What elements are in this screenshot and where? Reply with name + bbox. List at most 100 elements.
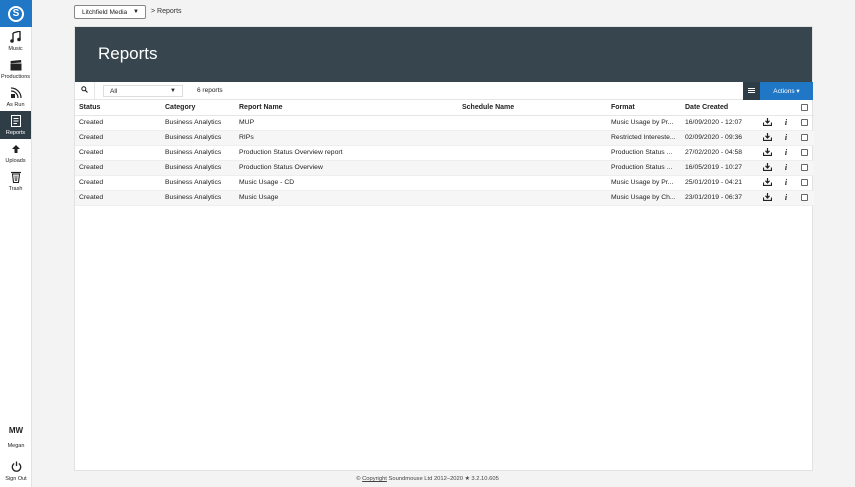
sidebar-item-trash[interactable]: Trash	[0, 167, 31, 195]
sidebar-item-label: Productions	[0, 73, 31, 80]
cell-schedule-name	[458, 160, 607, 176]
power-icon	[11, 461, 22, 474]
cell-date-created: 16/09/2020 - 12:07	[681, 115, 757, 131]
column-header-select-all	[795, 100, 814, 116]
cell-schedule-name	[458, 115, 607, 131]
search-button[interactable]	[75, 82, 95, 99]
page-title: Reports	[98, 44, 158, 63]
table-row[interactable]: Created Business Analytics Music Usage Musi…	[75, 190, 814, 206]
sidebar-item-label: Music	[8, 45, 23, 52]
table-header-row: Status Category Report Name Schedule Nam…	[75, 100, 814, 116]
user-menu[interactable]: MW Megan	[0, 426, 32, 449]
status-filter-select[interactable]: All ▼	[103, 85, 183, 97]
sidebar-item-as-run[interactable]: As Run	[0, 83, 31, 111]
breadcrumb: > Reports	[151, 8, 182, 15]
organisation-select[interactable]: Litchfield Media ▼	[74, 5, 146, 19]
row-select-cell	[795, 190, 814, 206]
cell-status: Created	[75, 160, 161, 176]
cell-report-name[interactable]: MUP	[235, 115, 458, 131]
cell-category: Business Analytics	[161, 115, 235, 131]
cell-status: Created	[75, 145, 161, 161]
sidebar-item-music[interactable]: Music	[0, 27, 31, 55]
page-banner: Reports	[75, 27, 812, 82]
cell-report-name[interactable]: Production Status Overview report	[235, 145, 458, 161]
cell-format: Restricted Intereste...	[607, 130, 681, 146]
download-button[interactable]	[757, 190, 777, 206]
report-count: 6 reports	[197, 87, 223, 94]
download-icon	[762, 192, 772, 203]
sidebar-item-uploads[interactable]: Uploads	[0, 139, 31, 167]
cell-format: Music Usage by Ch...	[607, 190, 681, 206]
cell-status: Created	[75, 130, 161, 146]
column-header-report-name[interactable]: Report Name	[235, 100, 458, 116]
download-button[interactable]	[757, 175, 777, 191]
row-checkbox[interactable]	[801, 163, 808, 171]
cell-date-created: 16/05/2019 - 10:27	[681, 160, 757, 176]
cell-date-created: 02/09/2020 - 09:36	[681, 130, 757, 146]
list-view-button[interactable]	[743, 82, 760, 100]
cell-schedule-name	[458, 130, 607, 146]
info-button[interactable]: i	[777, 115, 795, 131]
column-header-status[interactable]: Status	[75, 100, 161, 116]
info-button[interactable]: i	[777, 190, 795, 206]
sidebar-item-label: Uploads	[5, 157, 26, 164]
cell-report-name[interactable]: Music Usage - CD	[235, 175, 458, 191]
info-button[interactable]: i	[777, 145, 795, 161]
row-checkbox[interactable]	[801, 193, 808, 201]
reports-panel: Reports All ▼ 6 reports Actions ▾ Status…	[74, 26, 814, 471]
download-button[interactable]	[757, 115, 777, 131]
column-header-date-created[interactable]: Date Created	[681, 100, 757, 116]
info-icon: i	[784, 163, 788, 172]
sidebar-item-productions[interactable]: Productions	[0, 55, 31, 83]
info-icon: i	[784, 118, 788, 127]
sidebar-item-reports[interactable]: Reports	[0, 111, 31, 139]
column-header-schedule-name[interactable]: Schedule Name	[458, 100, 607, 116]
row-select-cell	[795, 160, 814, 176]
cell-report-name[interactable]: Production Status Overview	[235, 160, 458, 176]
download-icon	[762, 117, 772, 128]
row-checkbox[interactable]	[801, 148, 808, 156]
row-checkbox[interactable]	[801, 118, 808, 126]
row-checkbox[interactable]	[801, 133, 808, 141]
table-row[interactable]: Created Business Analytics Music Usage - C…	[75, 175, 814, 191]
actions-button[interactable]: Actions ▾	[760, 82, 813, 100]
cell-category: Business Analytics	[161, 175, 235, 191]
select-all-checkbox[interactable]	[801, 103, 808, 111]
row-checkbox[interactable]	[801, 178, 808, 186]
download-button[interactable]	[757, 145, 777, 161]
table-row[interactable]: Created Business Analytics RIPs Restricted …	[75, 130, 814, 146]
cell-category: Business Analytics	[161, 145, 235, 161]
cell-schedule-name	[458, 190, 607, 206]
info-button[interactable]: i	[777, 160, 795, 176]
info-button[interactable]: i	[777, 175, 795, 191]
sidebar: S Music Productions As Run Reports Uploa…	[0, 0, 32, 487]
soundmouse-logo[interactable]: S	[0, 0, 32, 27]
cell-date-created: 27/02/2020 - 04:58	[681, 145, 757, 161]
reports-table: Status Category Report Name Schedule Nam…	[75, 100, 814, 206]
footer: © Copyright Soundmouse Ltd 2012–2020 ★ 3…	[0, 476, 855, 482]
cell-status: Created	[75, 115, 161, 131]
cell-report-name[interactable]: RIPs	[235, 130, 458, 146]
table-row[interactable]: Created Business Analytics Production Stat…	[75, 145, 814, 161]
download-button[interactable]	[757, 130, 777, 146]
user-name: Megan	[7, 443, 25, 449]
table-row[interactable]: Created Business Analytics MUP Music Usage …	[75, 115, 814, 131]
logo-icon: S	[8, 5, 24, 22]
column-header-download	[757, 100, 777, 116]
row-select-cell	[795, 115, 814, 131]
cell-category: Business Analytics	[161, 130, 235, 146]
clapperboard-icon	[10, 59, 22, 72]
column-header-format[interactable]: Format	[607, 100, 681, 116]
download-button[interactable]	[757, 160, 777, 176]
info-icon: i	[784, 178, 788, 187]
cell-category: Business Analytics	[161, 190, 235, 206]
cell-format: Music Usage by Pr...	[607, 115, 681, 131]
info-button[interactable]: i	[777, 130, 795, 146]
column-header-category[interactable]: Category	[161, 100, 235, 116]
table-row[interactable]: Created Business Analytics Production Stat…	[75, 160, 814, 176]
avatar: MW	[8, 426, 24, 435]
cell-date-created: 23/01/2019 - 06:37	[681, 190, 757, 206]
broadcast-icon	[10, 87, 22, 100]
copyright-link[interactable]: Copyright	[362, 476, 387, 482]
cell-report-name[interactable]: Music Usage	[235, 190, 458, 206]
